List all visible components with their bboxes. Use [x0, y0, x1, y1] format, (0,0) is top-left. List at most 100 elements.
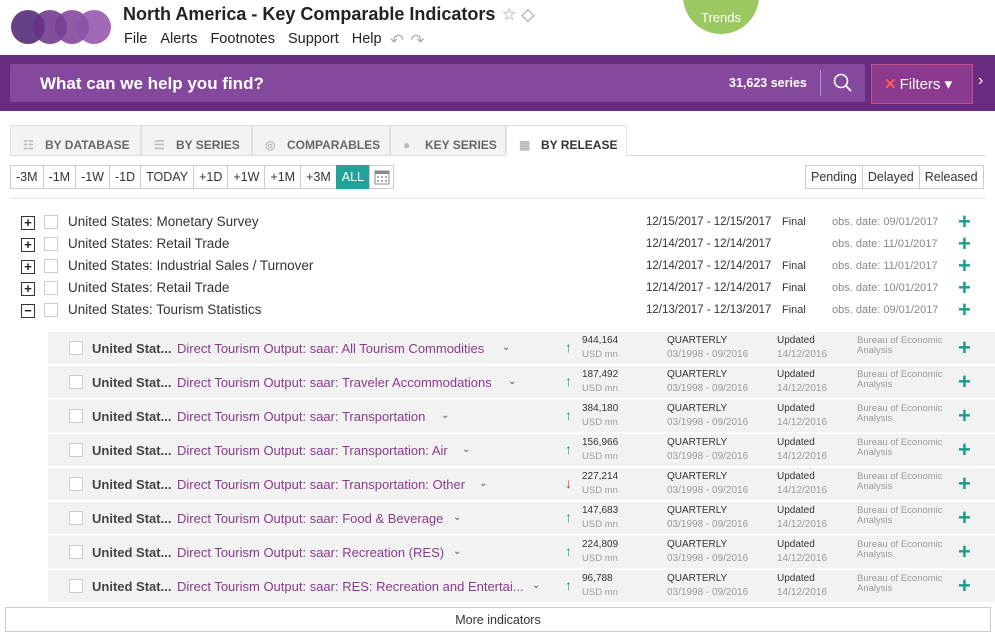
- menu-file[interactable]: File: [124, 31, 147, 47]
- chevron-down-icon[interactable]: ⌄: [532, 580, 540, 591]
- series-name[interactable]: Direct Tourism Output: saar: Traveler Ac…: [177, 375, 492, 390]
- series-name[interactable]: Direct Tourism Output: saar: Food & Beve…: [177, 511, 443, 526]
- range-plus-1d[interactable]: +1D: [193, 165, 229, 189]
- redo-icon[interactable]: ↷: [410, 31, 430, 50]
- release-name[interactable]: United States: Retail Trade: [68, 280, 229, 295]
- row-checkbox[interactable]: [69, 545, 83, 559]
- range-minus-1d[interactable]: -1D: [108, 165, 142, 189]
- series-name[interactable]: Direct Tourism Output: saar: Transportat…: [177, 409, 425, 424]
- undo-icon[interactable]: ↶: [390, 31, 410, 50]
- release-row[interactable]: + United States: Industrial Sales / Turno…: [20, 255, 980, 278]
- series-row[interactable]: United Stat... Direct Tourism Output: saa…: [48, 468, 995, 501]
- range-plus-1w[interactable]: +1W: [227, 165, 266, 189]
- tab-by-database[interactable]: ☷ BY DATABASE: [10, 125, 141, 155]
- tab-by-release[interactable]: ▦ BY RELEASE: [506, 125, 627, 156]
- row-checkbox[interactable]: [44, 259, 58, 273]
- chevron-down-icon[interactable]: ⌄: [479, 478, 487, 489]
- row-checkbox[interactable]: [69, 443, 83, 457]
- release-name[interactable]: United States: Industrial Sales / Turnov…: [68, 258, 313, 273]
- row-checkbox[interactable]: [44, 281, 58, 295]
- add-icon[interactable]: +: [958, 371, 971, 393]
- release-row[interactable]: − United States: Tourism Statistics 12/13/…: [20, 299, 980, 322]
- row-checkbox[interactable]: [69, 579, 83, 593]
- range-all[interactable]: ALL: [335, 165, 370, 189]
- chevron-down-icon[interactable]: ⌄: [453, 546, 461, 557]
- trends-button[interactable]: Trends: [683, 0, 759, 34]
- range-minus-3m[interactable]: -3M: [10, 165, 44, 189]
- status-released-button[interactable]: Released: [918, 165, 984, 189]
- chevron-down-icon[interactable]: ⌄: [462, 444, 470, 455]
- range-plus-1m[interactable]: +1M: [264, 165, 302, 189]
- add-icon[interactable]: +: [958, 405, 971, 427]
- release-name[interactable]: United States: Retail Trade: [68, 236, 229, 251]
- search-box[interactable]: What can we help you find? 31,623 series: [10, 64, 865, 102]
- row-checkbox[interactable]: [69, 511, 83, 525]
- tab-comparables[interactable]: ◎ COMPARABLES: [252, 125, 390, 155]
- series-name[interactable]: Direct Tourism Output: saar: All Tourism…: [177, 341, 484, 356]
- row-checkbox[interactable]: [44, 215, 58, 229]
- add-icon[interactable]: +: [958, 211, 971, 233]
- series-name[interactable]: Direct Tourism Output: saar: Transportat…: [177, 477, 465, 492]
- more-indicators-button[interactable]: More indicators: [5, 607, 991, 632]
- series-name[interactable]: Direct Tourism Output: saar: RES: Recrea…: [177, 579, 524, 594]
- series-row[interactable]: United Stat... Direct Tourism Output: saa…: [48, 332, 995, 365]
- chevron-down-icon[interactable]: ⌄: [508, 376, 516, 387]
- range-today[interactable]: TODAY: [140, 165, 195, 189]
- add-icon[interactable]: +: [958, 507, 971, 529]
- expand-icon[interactable]: +: [21, 282, 35, 296]
- series-row[interactable]: United Stat... Direct Tourism Output: saa…: [48, 400, 995, 433]
- release-name[interactable]: United States: Tourism Statistics: [68, 302, 261, 317]
- release-name[interactable]: United States: Monetary Survey: [68, 214, 259, 229]
- expand-icon[interactable]: +: [21, 260, 35, 274]
- row-checkbox[interactable]: [69, 409, 83, 423]
- close-icon[interactable]: ✕: [884, 76, 897, 93]
- series-name[interactable]: Direct Tourism Output: saar: Recreation …: [177, 545, 444, 560]
- range-plus-3m[interactable]: +3M: [300, 165, 337, 189]
- chevron-right-icon[interactable]: ›: [978, 72, 983, 90]
- add-icon[interactable]: +: [958, 337, 971, 359]
- tag-icon[interactable]: ◇: [517, 5, 534, 24]
- tab-by-series[interactable]: ☰ BY SERIES: [141, 125, 252, 155]
- add-icon[interactable]: +: [958, 277, 971, 299]
- expand-icon[interactable]: +: [21, 238, 35, 252]
- status-pending-button[interactable]: Pending: [805, 165, 863, 189]
- row-checkbox[interactable]: [69, 477, 83, 491]
- chevron-down-icon[interactable]: ⌄: [453, 512, 461, 523]
- add-icon[interactable]: +: [958, 439, 971, 461]
- series-row[interactable]: United Stat... Direct Tourism Output: saa…: [48, 570, 995, 603]
- add-icon[interactable]: +: [958, 255, 971, 277]
- add-icon[interactable]: +: [958, 299, 971, 321]
- collapse-icon[interactable]: −: [21, 304, 35, 318]
- series-name[interactable]: Direct Tourism Output: saar: Transportat…: [177, 443, 448, 458]
- search-icon[interactable]: [832, 72, 854, 94]
- row-checkbox[interactable]: [69, 375, 83, 389]
- row-checkbox[interactable]: [69, 341, 83, 355]
- series-row[interactable]: United Stat... Direct Tourism Output: saa…: [48, 366, 995, 399]
- range-minus-1m[interactable]: -1M: [42, 165, 77, 189]
- menu-alerts[interactable]: Alerts: [160, 31, 197, 47]
- menu-help[interactable]: Help: [352, 31, 382, 47]
- series-row[interactable]: United Stat... Direct Tourism Output: saa…: [48, 502, 995, 535]
- search-input[interactable]: What can we help you find?: [40, 74, 264, 94]
- add-icon[interactable]: +: [958, 473, 971, 495]
- chevron-down-icon[interactable]: ⌄: [502, 342, 510, 353]
- calendar-picker-icon[interactable]: [369, 165, 394, 189]
- release-row[interactable]: + United States: Monetary Survey 12/15/201…: [20, 211, 980, 234]
- add-icon[interactable]: +: [958, 541, 971, 563]
- expand-icon[interactable]: +: [21, 216, 35, 230]
- row-checkbox[interactable]: [44, 303, 58, 317]
- chevron-down-icon[interactable]: ⌄: [441, 410, 449, 421]
- menu-support[interactable]: Support: [288, 31, 339, 47]
- filters-button[interactable]: ✕ Filters ▾: [871, 64, 973, 104]
- range-minus-1w[interactable]: -1W: [75, 165, 110, 189]
- release-row[interactable]: + United States: Retail Trade 12/14/2017 -…: [20, 233, 980, 256]
- release-row[interactable]: + United States: Retail Trade 12/14/2017 -…: [20, 277, 980, 300]
- add-icon[interactable]: +: [958, 233, 971, 255]
- row-checkbox[interactable]: [44, 237, 58, 251]
- series-row[interactable]: United Stat... Direct Tourism Output: saa…: [48, 434, 995, 467]
- star-icon[interactable]: ☆: [501, 5, 516, 24]
- series-row[interactable]: United Stat... Direct Tourism Output: saa…: [48, 536, 995, 569]
- add-icon[interactable]: +: [958, 575, 971, 597]
- tab-key-series[interactable]: ● KEY SERIES: [390, 125, 506, 155]
- menu-footnotes[interactable]: Footnotes: [210, 31, 275, 47]
